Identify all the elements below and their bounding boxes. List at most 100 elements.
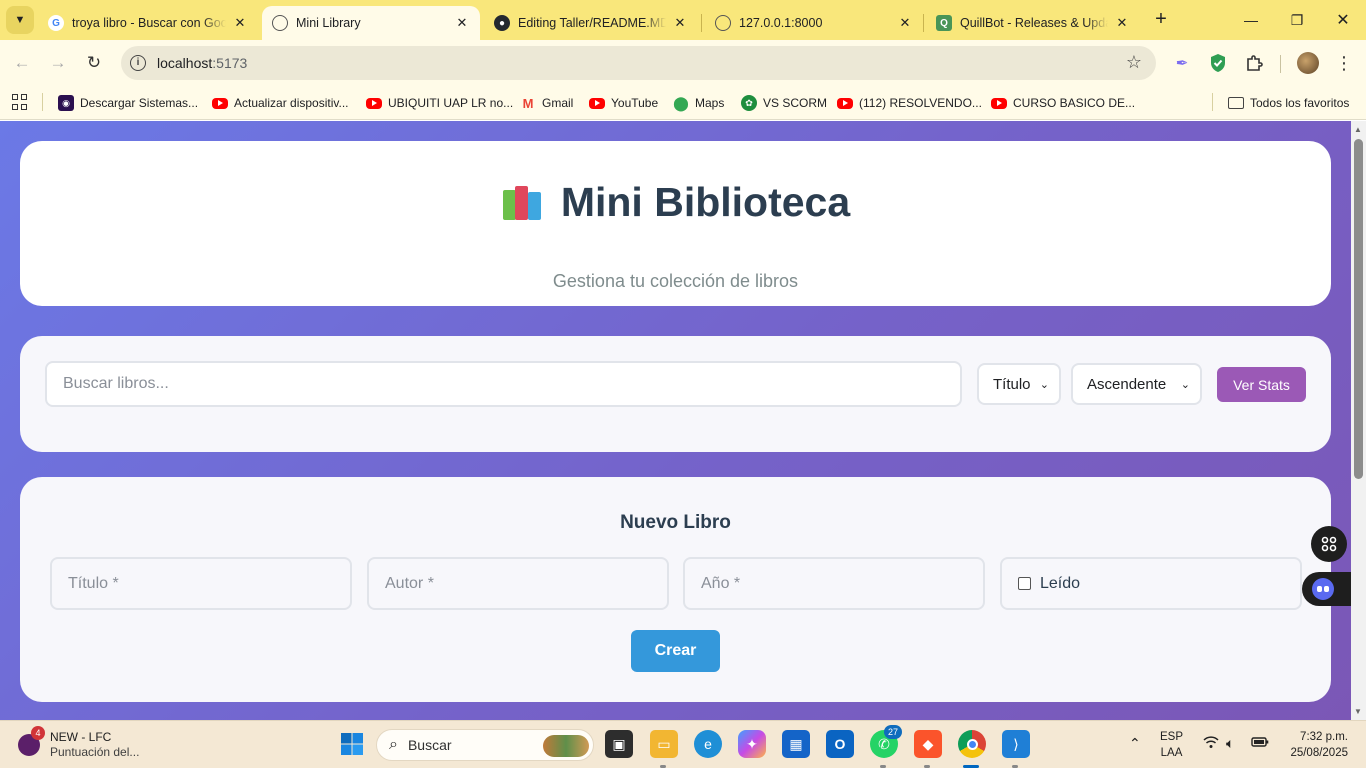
tab-quillbot[interactable]: Q QuillBot - Releases & Updates ✕: [926, 6, 1140, 40]
show-hidden-icons-chevron-icon[interactable]: ⌃: [1129, 735, 1141, 752]
search-highlight-image: [543, 735, 589, 757]
volume-icon[interactable]: 🔈︎: [1226, 735, 1234, 752]
search-icon: ⌕: [389, 736, 398, 753]
tab-title: 127.0.0.1:8000: [739, 16, 823, 30]
microsoft-store-icon[interactable]: ▦: [782, 730, 810, 758]
whatsapp-icon[interactable]: ✆ 27: [870, 725, 902, 758]
extensions-puzzle-icon[interactable]: [1243, 52, 1265, 74]
bookmark-separator: [1212, 93, 1213, 111]
close-window-button[interactable]: ✕: [1320, 0, 1366, 40]
tab-github[interactable]: ● Editing Taller/README.MD at main ✕: [484, 6, 698, 40]
page-subtitle: Gestiona tu colección de libros: [552, 271, 799, 291]
address-url[interactable]: localhost:5173: [157, 55, 247, 71]
outlook-icon[interactable]: O: [826, 730, 854, 758]
bookmark-item[interactable]: UBIQUITI UAP LR no...: [366, 92, 513, 114]
close-tab-icon[interactable]: ✕: [672, 15, 688, 31]
edge-icon[interactable]: e: [694, 730, 722, 758]
language-code: ESP: [1160, 731, 1184, 743]
bookmark-item[interactable]: ✿ VS SCORM: [741, 92, 827, 114]
forward-button[interactable]: →: [45, 50, 71, 76]
bookmark-label: Descargar Sistemas...: [80, 96, 199, 110]
year-field[interactable]: Año *: [683, 557, 985, 610]
close-tab-icon[interactable]: ✕: [454, 15, 470, 31]
browser-menu-icon[interactable]: ⋮: [1333, 52, 1355, 74]
page-title: Mini Biblioteca: [20, 179, 1331, 226]
windows-start-icon[interactable]: [338, 730, 366, 758]
sort-field-value: Título: [993, 375, 1031, 393]
all-bookmarks-folder[interactable]: Todos los favoritos: [1228, 92, 1349, 114]
profile-avatar[interactable]: [1297, 52, 1319, 74]
sort-order-select[interactable]: Ascendente ⌄: [1071, 363, 1202, 405]
scroll-down-arrow-icon[interactable]: ▼: [1354, 707, 1362, 716]
maps-icon: ⬤: [673, 94, 689, 111]
google-icon: G: [48, 15, 64, 31]
copilot-icon[interactable]: ✦: [738, 730, 766, 758]
back-button[interactable]: ←: [9, 50, 35, 76]
tab-mini-library[interactable]: Mini Library ✕: [262, 6, 480, 40]
minimize-button[interactable]: —: [1228, 0, 1274, 40]
brave-icon[interactable]: ◆: [914, 730, 942, 758]
bookmark-item[interactable]: M Gmail: [520, 92, 574, 114]
create-button[interactable]: Crear: [631, 630, 720, 672]
new-book-card: Nuevo Libro Título * Autor * Año * Leído…: [20, 477, 1331, 702]
globe-icon: [715, 15, 731, 31]
bookmark-label: Actualizar dispositiv...: [234, 96, 349, 110]
author-field[interactable]: Autor *: [367, 557, 669, 610]
tab-google[interactable]: G troya libro - Buscar con Google ✕: [38, 6, 258, 40]
read-checkbox-field[interactable]: Leído: [1000, 557, 1302, 610]
floating-apps-button[interactable]: [1311, 526, 1347, 562]
bookmark-item[interactable]: ◉ Descargar Sistemas...: [58, 92, 198, 114]
news-logo-icon: 4: [18, 726, 45, 756]
read-label: Leído: [1040, 574, 1081, 592]
tab-title: Editing Taller/README.MD at main: [518, 16, 666, 30]
bookmark-item[interactable]: ⬤ Maps: [673, 92, 724, 114]
reload-button[interactable]: ↻: [81, 50, 107, 76]
sort-field-select[interactable]: Título ⌄: [977, 363, 1061, 405]
tab-search-button[interactable]: ▼: [6, 6, 34, 34]
address-bar[interactable]: i localhost:5173 ☆: [121, 46, 1156, 80]
bookmark-label: Gmail: [542, 96, 574, 110]
battery-icon[interactable]: [1251, 735, 1269, 751]
shield-extension-icon[interactable]: [1207, 52, 1229, 74]
bookmark-star-icon[interactable]: ☆: [1126, 52, 1142, 73]
browser-toolbar: ← → ↻ i localhost:5173 ☆ ✒ ⋮: [0, 40, 1366, 86]
bookmark-item[interactable]: CURSO BASICO DE...: [991, 92, 1135, 114]
bookmark-item[interactable]: Actualizar dispositiv...: [212, 92, 349, 114]
quill-extension-icon[interactable]: ✒: [1171, 52, 1193, 74]
chevron-down-icon: ⌄: [1039, 378, 1049, 391]
news-widget[interactable]: 4 NEW - LFC Puntuación del...: [18, 726, 139, 763]
scrollbar-thumb[interactable]: [1354, 139, 1363, 479]
tab-localhost-8000[interactable]: 127.0.0.1:8000 ✕: [705, 6, 923, 40]
youtube-icon: [212, 97, 228, 109]
site-info-icon[interactable]: i: [130, 55, 146, 71]
close-tab-icon[interactable]: ✕: [1114, 15, 1130, 31]
file-explorer-icon[interactable]: ▭: [650, 730, 678, 758]
page-scrollbar[interactable]: ▲ ▼: [1351, 121, 1366, 720]
clock[interactable]: 7:32 p.m. 25/08/2025: [1284, 729, 1348, 761]
view-stats-button[interactable]: Ver Stats: [1217, 367, 1306, 402]
scroll-up-arrow-icon[interactable]: ▲: [1354, 125, 1362, 134]
apps-grid-icon[interactable]: [12, 94, 28, 110]
new-tab-button[interactable]: +: [1150, 8, 1172, 30]
chrome-icon[interactable]: [958, 730, 986, 758]
restore-button[interactable]: ❐: [1274, 0, 1320, 40]
bot-icon: [1312, 578, 1334, 600]
task-view-icon[interactable]: ▣: [605, 730, 633, 758]
bookmark-item[interactable]: (112) RESOLVENDO...: [837, 92, 982, 114]
close-tab-icon[interactable]: ✕: [232, 15, 248, 31]
news-title: NEW - LFC: [50, 730, 112, 744]
title-field[interactable]: Título *: [50, 557, 352, 610]
header-card: Mini Biblioteca Gestiona tu colección de…: [20, 141, 1331, 306]
tab-title: Mini Library: [296, 16, 361, 30]
floating-assistant-button[interactable]: [1302, 572, 1351, 606]
bookmark-label: UBIQUITI UAP LR no...: [388, 96, 514, 110]
read-checkbox[interactable]: [1018, 577, 1031, 590]
bookmark-label: VS SCORM: [763, 96, 828, 110]
wifi-icon[interactable]: [1203, 735, 1219, 752]
language-indicator[interactable]: ESP LAA: [1160, 729, 1183, 761]
search-input[interactable]: [45, 361, 962, 407]
vscode-icon[interactable]: ⟩: [1002, 730, 1030, 758]
taskbar-search[interactable]: ⌕ Buscar: [376, 729, 594, 761]
close-tab-icon[interactable]: ✕: [897, 15, 913, 31]
bookmark-item[interactable]: YouTube: [589, 92, 658, 114]
